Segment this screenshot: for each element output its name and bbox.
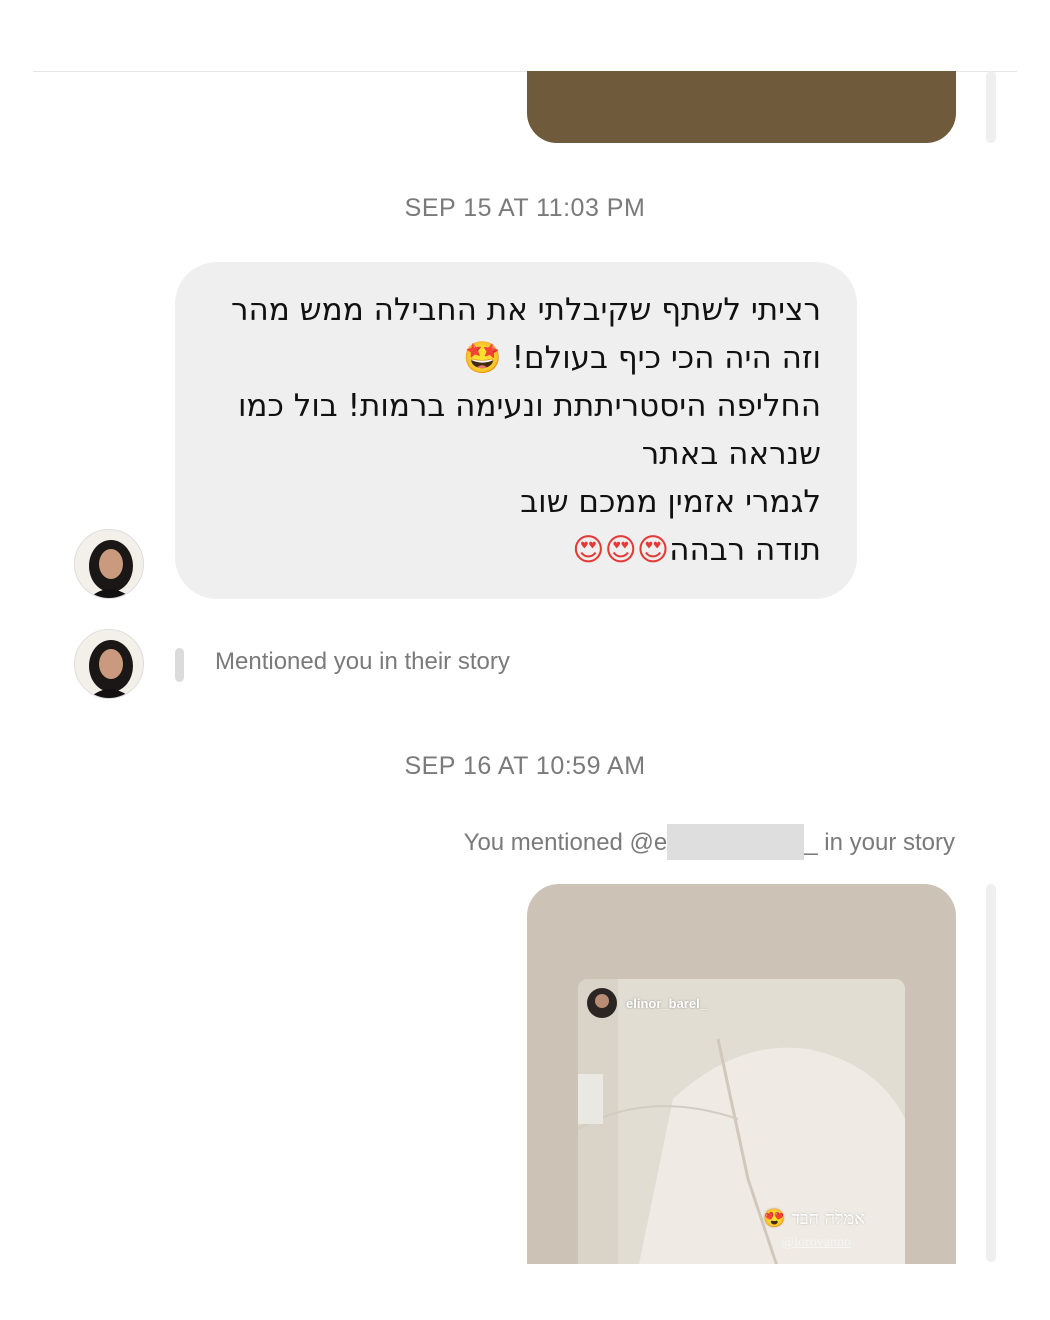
story-username: elinor_barel_ (626, 996, 707, 1011)
story-reply-bar (175, 648, 184, 682)
avatar-photo-icon (75, 530, 143, 598)
story-scroll-track-top (986, 71, 996, 143)
story-mention-notice: Mentioned you in their story (215, 648, 510, 675)
heart-eyes-emoji-icon: 😍😍😍 (572, 532, 670, 568)
message-line-1: רציתי לשתף שקיבלתי את החבילה ממש מהר (231, 292, 821, 328)
sender-avatar[interactable] (74, 529, 144, 599)
redacted-username (667, 824, 805, 860)
story-caption: אמלה הבד 😍 (763, 1208, 865, 1229)
story-tag-link[interactable]: @lorovanno (781, 1235, 851, 1251)
message-line-2: וזה היה הכי כיף בעולם! 🤩 (463, 340, 821, 376)
timestamp-2: SEP 16 AT 10:59 AM (404, 752, 646, 780)
you-mentioned-notice: You mentioned @e _ in your story (464, 824, 955, 860)
story-scroll-track-bottom (986, 884, 996, 1262)
message-line-4: שנראה באתר (641, 436, 821, 472)
message-line-6: תודה רבהה😍😍😍 (572, 532, 821, 568)
avatar-photo-icon (75, 630, 143, 698)
incoming-message-bubble[interactable]: רציתי לשתף שקיבלתי את החבילה ממש מהר וזה… (175, 262, 857, 599)
message-line-5: לגמרי אזמין ממכם שוב (520, 484, 821, 520)
timestamp-1: SEP 15 AT 11:03 PM (404, 194, 646, 222)
previous-story-card[interactable] (527, 71, 956, 143)
message-line-3: החליפה היסטריתתת ונעימה ברמות! בול כמו (237, 388, 821, 424)
star-struck-emoji-icon: 🤩 (463, 340, 502, 376)
sender-avatar-story[interactable] (74, 629, 144, 699)
shared-story-card[interactable]: elinor_barel_ אמלה הבד 😍 @lorovanno (527, 884, 956, 1264)
story-preview[interactable]: elinor_barel_ אמלה הבד 😍 @lorovanno (578, 979, 905, 1264)
